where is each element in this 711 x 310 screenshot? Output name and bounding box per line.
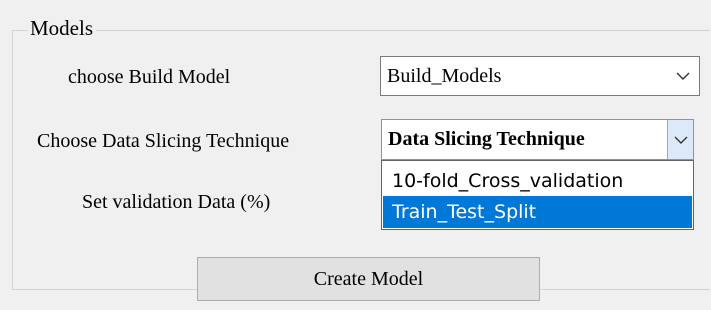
chevron-down-icon[interactable] xyxy=(667,120,693,159)
data-slicing-selected-value: Data Slicing Technique xyxy=(388,128,585,150)
build-model-combobox[interactable]: Build_Models xyxy=(380,56,700,96)
build-model-selected-value: Build_Models xyxy=(387,65,502,87)
data-slicing-dropdown-list: 10-fold_Cross_validation Train_Test_Spli… xyxy=(381,160,694,230)
build-model-label: choose Build Model xyxy=(68,66,231,88)
chevron-down-icon[interactable] xyxy=(667,57,699,95)
models-group-title: Models xyxy=(28,16,96,40)
data-slicing-label: Choose Data Slicing Technique xyxy=(37,130,290,152)
data-slicing-combobox[interactable]: Data Slicing Technique xyxy=(381,119,694,160)
dropdown-option-cross-validation[interactable]: 10-fold_Cross_validation xyxy=(383,165,692,197)
dropdown-option-train-test-split[interactable]: Train_Test_Split xyxy=(383,196,692,228)
create-model-button[interactable]: Create Model xyxy=(197,257,540,301)
validation-data-label: Set validation Data (%) xyxy=(82,191,271,213)
